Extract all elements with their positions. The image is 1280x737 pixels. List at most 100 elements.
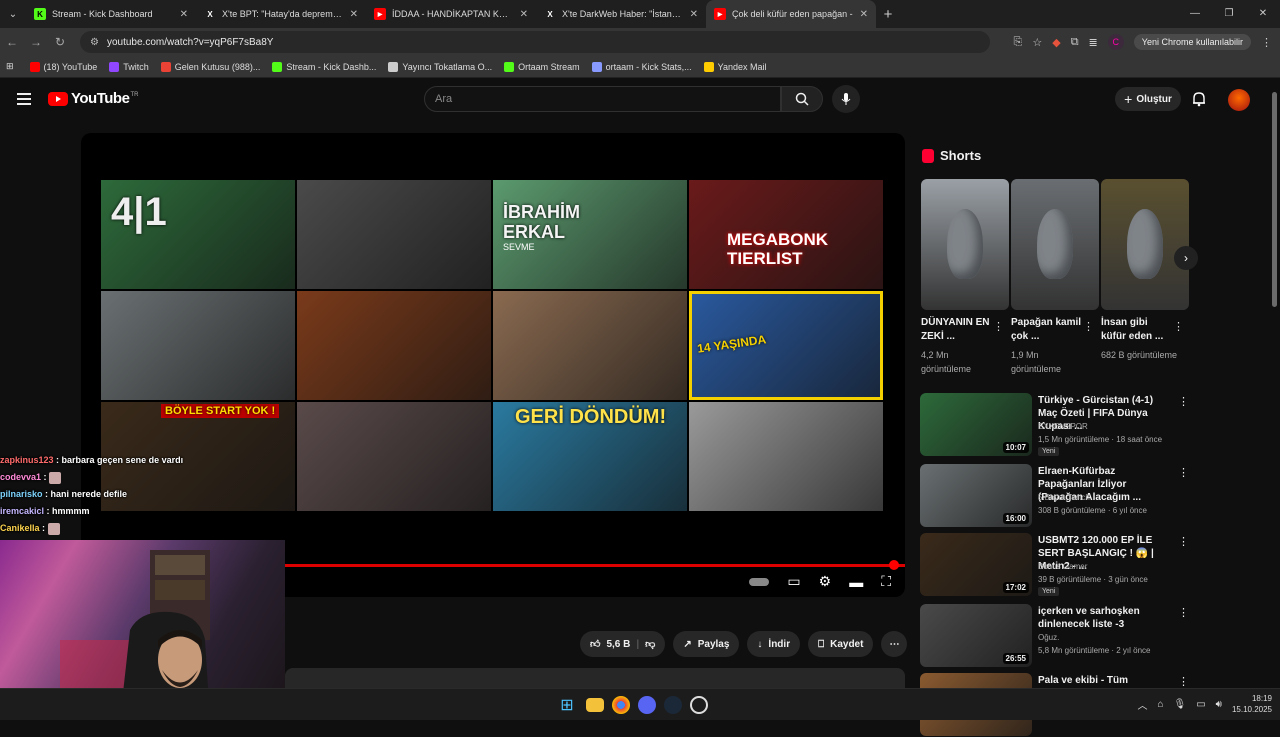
end-screen-video[interactable]: GERİ DÖNDÜM! (493, 402, 687, 511)
thumbs-down-icon[interactable]: 👎︎ (645, 638, 655, 650)
account-avatar[interactable] (1228, 89, 1250, 111)
progress-scrubber[interactable] (889, 560, 899, 570)
steam-taskbar-icon[interactable] (664, 696, 682, 714)
end-screen-video[interactable]: 4|1 (101, 180, 295, 289)
bookmark-item[interactable]: Gelen Kutusu (988)... (160, 61, 260, 72)
close-window-icon[interactable]: ✕ (1246, 0, 1280, 28)
related-video[interactable]: 16:00 Elraen-Küfürbaz Papağanları İzliyor… (920, 464, 1265, 528)
notifications-bell-icon[interactable] (1192, 91, 1206, 112)
subtitles-icon[interactable]: ▭ (787, 573, 800, 590)
channel-name[interactable]: 5.Boyut Twitch (1038, 493, 1090, 502)
short-options-icon[interactable]: ⋮ (993, 320, 1004, 333)
related-options-icon[interactable]: ⋮ (1178, 466, 1189, 479)
menu-icon[interactable] (17, 93, 31, 108)
browser-tab[interactable]: ▶ Çok deli küfür eden papağan - ✕ (706, 0, 876, 28)
more-actions-button[interactable]: ⋯ (881, 631, 908, 657)
reload-button[interactable]: ↻ (48, 35, 72, 49)
related-options-icon[interactable]: ⋮ (1178, 535, 1189, 548)
page-scrollbar[interactable] (1270, 80, 1280, 688)
short-options-icon[interactable]: ⋮ (1083, 320, 1094, 333)
short-thumbnail[interactable] (921, 179, 1009, 310)
bookmark-item[interactable]: (18) YouTube (29, 61, 97, 72)
chrome-menu-icon[interactable]: ⋮ (1261, 36, 1272, 49)
shorts-next-button[interactable]: › (1174, 246, 1198, 270)
theater-mode-icon[interactable]: ▬ (849, 574, 863, 590)
search-input[interactable]: Ara (424, 86, 781, 112)
bookmark-item[interactable]: ortaam - Kick Stats,... (591, 61, 692, 72)
media-control-icon[interactable]: ≣ (1089, 36, 1098, 49)
display-icon[interactable]: ▭ (1196, 699, 1205, 710)
tray-overflow-icon[interactable]: ︿ (1137, 697, 1147, 712)
browser-tab[interactable]: K Stream - Kick Dashboard ✕ (26, 0, 196, 28)
search-button[interactable] (781, 86, 823, 112)
fullscreen-icon[interactable]: ⛶ (881, 573, 891, 590)
related-thumbnail[interactable]: 17:02 (920, 533, 1032, 596)
short-title[interactable]: Papağan kamil çok ... (1011, 316, 1083, 344)
create-button[interactable]: + Oluştur (1115, 87, 1181, 111)
update-chrome-pill[interactable]: Yeni Chrome kullanılabilir (1133, 34, 1251, 50)
discord-taskbar-icon[interactable] (638, 696, 656, 714)
close-tab-icon[interactable]: ✕ (180, 9, 188, 20)
chrome-taskbar-icon[interactable] (612, 696, 630, 714)
end-screen-video[interactable] (297, 180, 491, 289)
extension-icon[interactable]: ◆ (1052, 36, 1060, 49)
minimize-icon[interactable]: — (1178, 0, 1212, 28)
bookmark-star-icon[interactable]: ☆ (1032, 36, 1042, 49)
video-player[interactable]: 4|1 İBRAHİM ERKAL SEVME MEGABONK TIERLIST 14… (81, 133, 905, 597)
related-options-icon[interactable]: ⋮ (1178, 395, 1189, 408)
close-tab-icon[interactable]: ✕ (350, 9, 358, 20)
short-title[interactable]: İnsan gibi küfür eden ... (1101, 316, 1173, 344)
short-title[interactable]: DÜNYANIN EN ZEKİ ... (921, 316, 993, 344)
apps-icon[interactable]: ⊞ (6, 61, 14, 72)
description-box[interactable] (285, 668, 905, 690)
browser-tab[interactable]: X X'te DarkWeb Haber: "İstanbul'... ✕ (536, 0, 706, 28)
bookmark-item[interactable]: Yayıncı Tokatlama O... (388, 61, 492, 72)
end-screen-video[interactable] (297, 291, 491, 400)
related-video[interactable]: 26:55 içerken ve sarhoşken dinlenecek lis… (920, 604, 1265, 668)
related-title[interactable]: içerken ve sarhoşken dinlenecek liste -3 (1038, 605, 1168, 631)
tab-search-icon[interactable]: ⌄ (0, 0, 26, 28)
end-screen-video[interactable] (297, 402, 491, 511)
download-button[interactable]: ↓ İndir (747, 631, 801, 657)
related-options-icon[interactable]: ⋮ (1178, 606, 1189, 619)
youtube-logo[interactable]: YouTube TR (48, 90, 138, 107)
end-screen-video[interactable]: İBRAHİM ERKAL SEVME (493, 180, 687, 289)
settings-gear-icon[interactable]: ⚙ (819, 573, 832, 590)
system-clock[interactable]: 18:19 15.10.2025 (1232, 693, 1272, 715)
channel-name[interactable]: EXXENSPOR (1038, 422, 1088, 431)
browser-tab[interactable]: ▶ İDDAA - HANDİKAPTAN KAZAN ✕ (366, 0, 536, 28)
bookmark-item[interactable]: Yandex Mail (703, 61, 767, 72)
mic-tray-icon[interactable]: 🎙︎ (1173, 699, 1186, 710)
bookmark-item[interactable]: Ortaam Stream (504, 61, 580, 72)
forward-button[interactable]: → (24, 35, 48, 49)
related-thumbnail[interactable]: 10:07 (920, 393, 1032, 456)
channel-name[interactable]: Bonus Gamer (1038, 562, 1087, 571)
channel-name[interactable]: Oğuz. (1038, 633, 1059, 642)
share-button[interactable]: ↗ Paylaş (673, 631, 740, 657)
short-thumbnail[interactable] (1011, 179, 1099, 310)
related-video[interactable]: 17:02 USBMT2 120.000 EP İLE SERT BAŞLANGI… (920, 533, 1265, 597)
autoplay-toggle[interactable] (749, 577, 770, 586)
short-thumbnail[interactable] (1101, 179, 1189, 310)
close-tab-icon[interactable]: ✕ (860, 9, 868, 20)
profile-avatar[interactable]: C (1107, 34, 1124, 50)
maximize-icon[interactable]: ❐ (1212, 0, 1246, 28)
voice-search-button[interactable] (832, 85, 860, 113)
related-options-icon[interactable]: ⋮ (1178, 675, 1189, 688)
close-tab-icon[interactable]: ✕ (690, 9, 698, 20)
back-button[interactable]: ← (0, 35, 24, 49)
end-screen-video[interactable]: MEGABONK TIERLIST (689, 180, 883, 289)
end-screen-video[interactable] (493, 291, 687, 400)
related-thumbnail[interactable]: 16:00 (920, 464, 1032, 527)
network-icon[interactable]: ⌂ (1157, 699, 1163, 710)
close-tab-icon[interactable]: ✕ (520, 9, 528, 20)
extensions-puzzle-icon[interactable]: ⧉ (1071, 36, 1079, 49)
obs-taskbar-icon[interactable] (690, 696, 708, 714)
site-info-icon[interactable]: ⚙ (90, 37, 99, 48)
end-screen-video[interactable] (689, 402, 883, 511)
related-video[interactable]: 10:07 Türkiye - Gürcistan (4-1) Maç Özeti… (920, 393, 1265, 457)
save-button[interactable]: ⎕ Kaydet (808, 631, 874, 657)
omnibox[interactable]: ⚙ youtube.com/watch?v=yqP6F7sBa8Y (80, 31, 990, 53)
volume-icon[interactable]: 🔊︎ (1216, 699, 1222, 710)
new-tab-button[interactable]: + (876, 6, 900, 23)
